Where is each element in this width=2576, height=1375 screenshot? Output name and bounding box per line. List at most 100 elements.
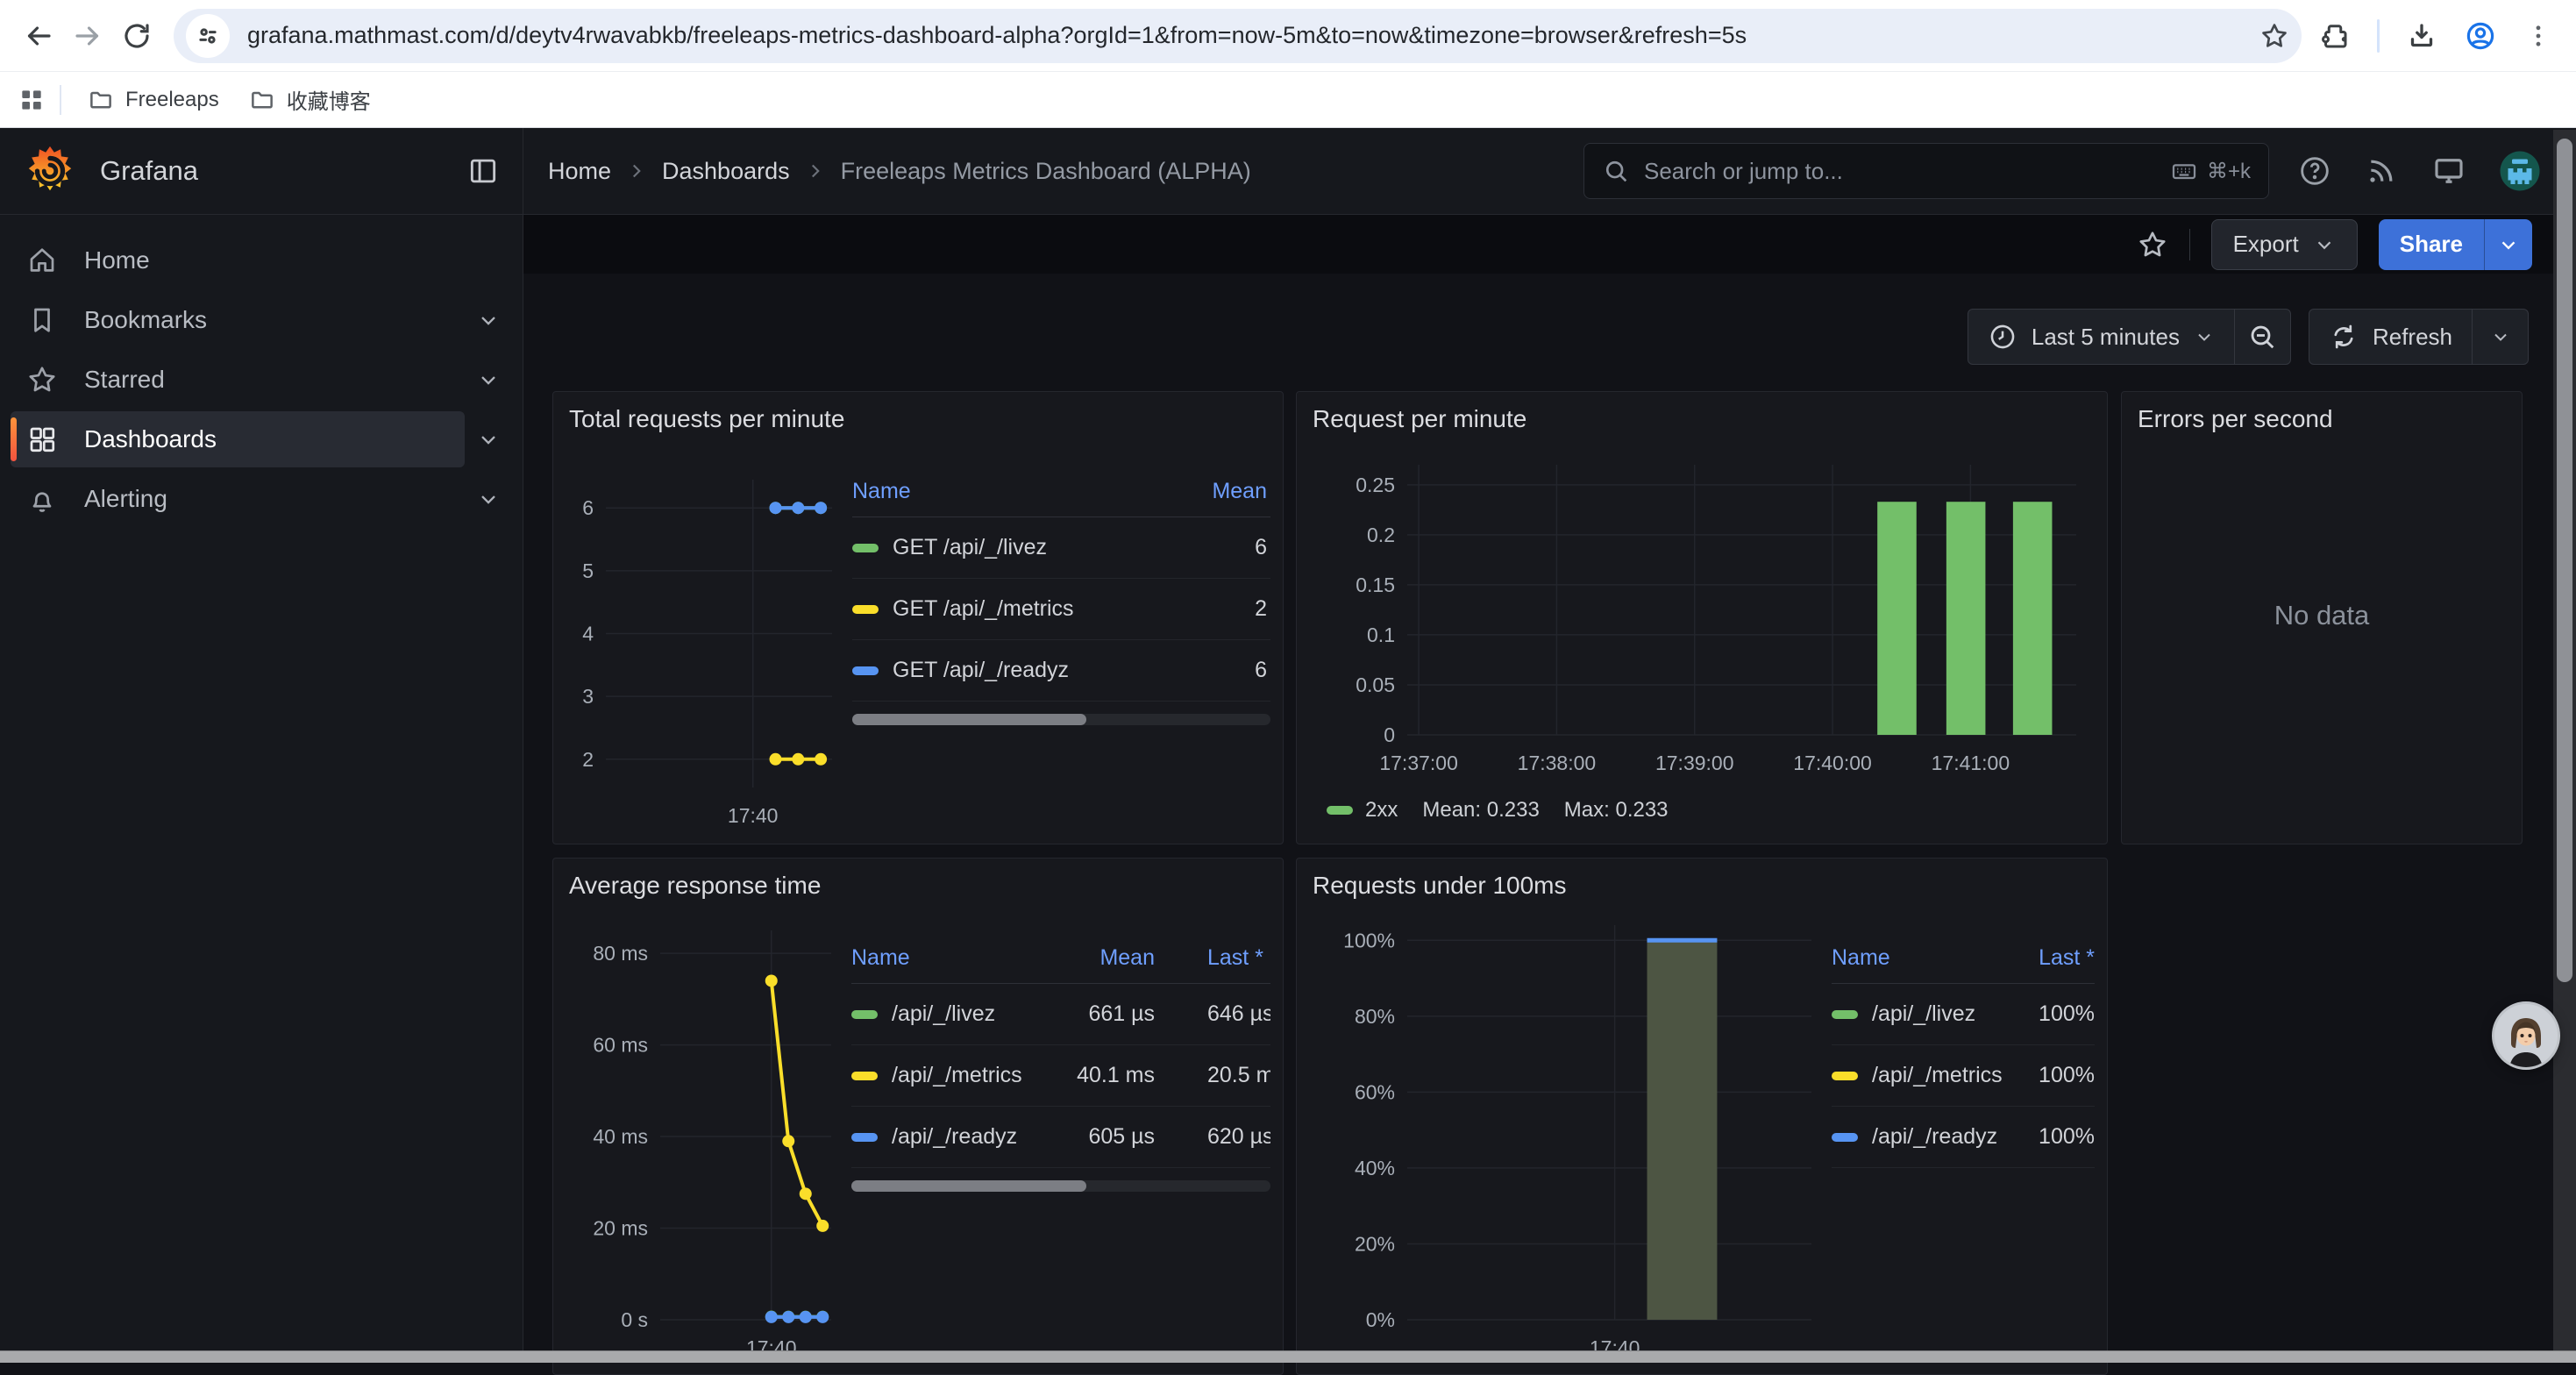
chevron-down-icon: [2313, 233, 2336, 256]
no-data-message: No data: [2134, 440, 2509, 791]
legend-scrollbar[interactable]: [852, 714, 1270, 725]
legend-col-last[interactable]: Last *: [1989, 945, 2095, 971]
rss-news-icon[interactable]: [2364, 153, 2399, 189]
panel-title[interactable]: Request per minute: [1297, 392, 2107, 440]
forward-button[interactable]: [63, 11, 112, 61]
arrow-left-icon: [23, 20, 54, 52]
panel-title[interactable]: Average response time: [553, 858, 1283, 907]
dashboard-toolbar: Export Share: [523, 215, 2576, 274]
legend-col-name[interactable]: Name: [852, 479, 1188, 504]
chevron-down-icon[interactable]: [465, 367, 512, 392]
legend-row[interactable]: /api/_/livez 661 µs 646 µs: [851, 984, 1270, 1045]
downloads-icon[interactable]: [2406, 20, 2437, 52]
chevron-down-icon[interactable]: [465, 487, 512, 511]
monitor-icon[interactable]: [2430, 153, 2467, 189]
chart-request-per-minute[interactable]: 0.250.20.150.10.05017:37:0017:38:0017:39…: [1309, 440, 2096, 789]
page-scrollbar[interactable]: [2553, 130, 2576, 1350]
legend-series-2xx[interactable]: 2xx: [1327, 798, 1398, 823]
export-button[interactable]: Export: [2211, 219, 2358, 270]
url-input[interactable]: [246, 21, 2259, 50]
svg-text:0.25: 0.25: [1356, 474, 1395, 496]
legend-row[interactable]: GET /api/_/readyz 6: [852, 640, 1270, 702]
scrollbar-thumb[interactable]: [2557, 139, 2572, 982]
back-button[interactable]: [14, 11, 63, 61]
share-button[interactable]: Share: [2379, 219, 2532, 270]
chart-requests-under-100ms[interactable]: 100%80%60%40%20%0%17:40: [1309, 907, 1832, 1374]
sidebar-toggle-icon[interactable]: [466, 154, 500, 188]
sidebar-item-bookmarks[interactable]: Bookmarks: [11, 292, 512, 348]
sidebar: Home Bookmarks Starred: [0, 215, 523, 1363]
legend-row[interactable]: /api/_/readyz 605 µs 620 µs: [851, 1107, 1270, 1168]
favorite-star-icon[interactable]: [2137, 229, 2168, 260]
svg-text:100%: 100%: [1343, 929, 1395, 951]
search-input[interactable]: Search or jump to... ⌘+k: [1583, 143, 2269, 199]
assistant-avatar[interactable]: [2494, 1004, 2558, 1067]
chevron-down-icon[interactable]: [465, 308, 512, 332]
profile-icon[interactable]: [2464, 19, 2497, 53]
legend-col-mean[interactable]: Mean: [1188, 479, 1270, 504]
chart-avg-response-time[interactable]: 80 ms60 ms40 ms20 ms0 s17:40: [566, 907, 851, 1374]
series-color-dash: [852, 544, 879, 552]
legend-col-last[interactable]: Last *: [1155, 945, 1270, 971]
time-range-picker[interactable]: Last 5 minutes: [1968, 310, 2234, 364]
refresh-button[interactable]: Refresh: [2309, 310, 2472, 364]
chevron-down-icon[interactable]: [465, 427, 512, 452]
legend-row[interactable]: GET /api/_/livez 6: [852, 517, 1270, 579]
series-color-dash: [852, 605, 879, 614]
legend-col-name[interactable]: Name: [851, 945, 1071, 971]
grafana-header-brand: Grafana: [0, 128, 523, 214]
extensions-icon[interactable]: [2319, 20, 2351, 52]
menu-kebab-icon[interactable]: [2523, 21, 2553, 51]
sidebar-item-home[interactable]: Home: [11, 232, 512, 289]
legend-scrollbar[interactable]: [851, 1180, 1270, 1192]
svg-text:4: 4: [582, 623, 594, 645]
reload-button[interactable]: [112, 11, 161, 61]
panel-title[interactable]: Requests under 100ms: [1297, 858, 2107, 907]
folder-icon: [88, 87, 114, 113]
sidebar-item-dashboards[interactable]: Dashboards: [11, 411, 512, 467]
legend-col-mean[interactable]: Mean: [1071, 945, 1155, 971]
user-avatar[interactable]: [2499, 150, 2541, 192]
breadcrumb-dashboards[interactable]: Dashboards: [662, 158, 790, 185]
svg-text:6: 6: [582, 496, 594, 519]
refresh-interval-dropdown[interactable]: [2472, 310, 2528, 364]
legend-row[interactable]: /api/_/readyz 100%: [1832, 1107, 2095, 1168]
grafana-logo[interactable]: [23, 144, 77, 198]
folder-icon: [249, 87, 275, 113]
legend-row[interactable]: /api/_/metrics 40.1 ms 20.5 ms: [851, 1045, 1270, 1107]
address-bar[interactable]: [174, 9, 2302, 63]
svg-text:60 ms: 60 ms: [593, 1034, 648, 1057]
bookmark-star-button[interactable]: [2259, 21, 2289, 51]
tune-icon: [195, 23, 221, 49]
chart-total-requests[interactable]: 6543217:40: [566, 440, 852, 842]
svg-text:20%: 20%: [1355, 1232, 1395, 1255]
panel-title[interactable]: Errors per second: [2122, 392, 2522, 440]
panel-avg-response-time: Average response time 80 ms60 ms40 ms20 …: [552, 858, 1284, 1375]
refresh-group: Refresh: [2309, 309, 2529, 365]
share-menu-chevron-icon[interactable]: [2484, 219, 2532, 270]
bookmark-folder-blogs[interactable]: 收藏博客: [237, 77, 383, 122]
apps-grid-icon[interactable]: [18, 86, 46, 114]
zoom-out-button[interactable]: [2234, 310, 2290, 364]
svg-text:0%: 0%: [1366, 1308, 1395, 1331]
svg-text:80%: 80%: [1355, 1005, 1395, 1028]
legend-row[interactable]: /api/_/livez 100%: [1832, 984, 2095, 1045]
clock-icon: [1988, 322, 2017, 352]
svg-text:3: 3: [582, 685, 594, 708]
legend-row[interactable]: GET /api/_/metrics 2: [852, 579, 1270, 640]
browser-toolbar: [0, 0, 2576, 72]
bookmark-label: Freeleaps: [125, 88, 219, 112]
svg-text:17:38:00: 17:38:00: [1518, 752, 1597, 774]
breadcrumb-home[interactable]: Home: [548, 158, 611, 185]
chevron-right-icon: [625, 160, 648, 182]
legend-col-name[interactable]: Name: [1832, 945, 1989, 971]
sidebar-item-alerting[interactable]: Alerting: [11, 471, 512, 527]
bookmark-folder-freeleaps[interactable]: Freeleaps: [75, 80, 231, 120]
legend-row[interactable]: /api/_/metrics 100%: [1832, 1045, 2095, 1107]
sidebar-item-starred[interactable]: Starred: [11, 352, 512, 408]
panel-title[interactable]: Total requests per minute: [553, 392, 1283, 440]
site-settings-button[interactable]: [186, 14, 230, 58]
search-icon: [1602, 157, 1630, 185]
series-color-dash: [851, 1072, 878, 1080]
help-icon[interactable]: [2297, 153, 2332, 189]
